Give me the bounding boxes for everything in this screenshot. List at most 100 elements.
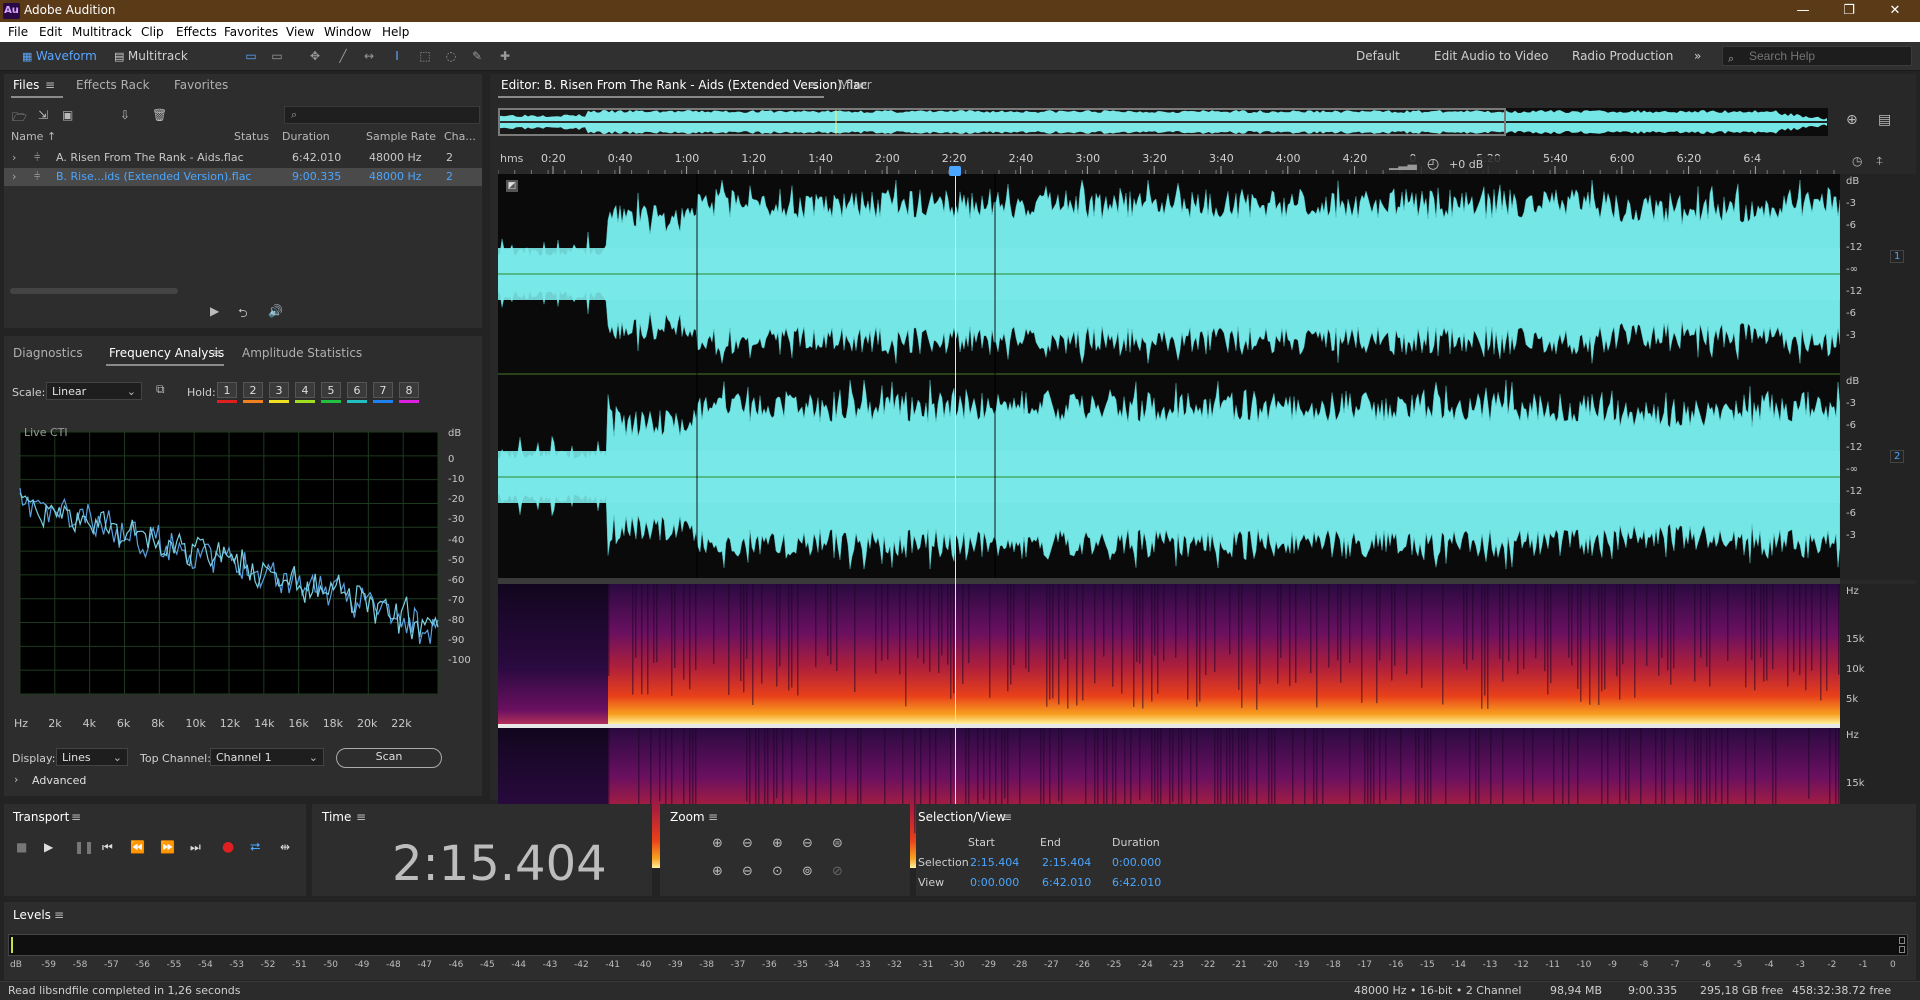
menu-view[interactable]: View <box>286 25 314 39</box>
time-ruler[interactable]: hms 0:20 0:40 1:00 1:20 1:40 2:00 2:20 2:40 3:00 3… <box>498 152 1848 174</box>
minimize-button[interactable]: — <box>1780 0 1826 22</box>
capture-icon[interactable]: ⧉ <box>156 382 165 397</box>
menu-edit[interactable]: Edit <box>39 25 62 39</box>
workspace-edit-audio-to-video[interactable]: Edit Audio to Video <box>1434 49 1548 63</box>
auto-play-icon[interactable]: 🔊 <box>268 304 283 318</box>
zoom-selection-icon[interactable]: ⊙ <box>772 864 783 879</box>
toggle-spectral-icon[interactable]: ◩ <box>506 180 518 192</box>
tab-files[interactable]: Files <box>13 78 39 92</box>
levels-menu-icon[interactable]: ≡ <box>54 908 64 922</box>
menu-window[interactable]: Window <box>324 25 371 39</box>
brush-tool-icon[interactable]: ✎ <box>468 48 486 64</box>
selection-start-field[interactable]: 2:15.404 <box>970 856 1019 869</box>
current-time-display[interactable]: 2:15.404 <box>392 836 607 892</box>
volume-knob-icon[interactable]: ◴ <box>1427 156 1439 172</box>
file-row-selected[interactable]: › ⫩ B. Rise...ids (Extended Version).fla… <box>4 168 482 186</box>
multitrack-mode-button[interactable]: ▤ Multitrack <box>108 46 194 66</box>
search-help-input[interactable] <box>1722 46 1912 66</box>
zoom-in-amplitude-icon[interactable]: ⊕ <box>712 836 723 851</box>
tab-frequency-analysis[interactable]: Frequency Analysis <box>109 346 224 360</box>
view-end-field[interactable]: 6:42.010 <box>1042 876 1091 889</box>
hud-icon[interactable]: ◷ <box>1852 154 1862 168</box>
tab-effects-rack[interactable]: Effects Rack <box>76 78 150 92</box>
hud-gain[interactable]: ▁▂▃ ◴ +0 dB <box>1385 156 1505 174</box>
top-channel-dropdown[interactable]: Channel 1 ⌄ <box>210 748 324 766</box>
column-sample-rate[interactable]: Sample Rate <box>366 130 436 143</box>
rewind-icon[interactable]: ⏪ <box>130 840 145 854</box>
tab-diagnostics[interactable]: Diagnostics <box>13 346 83 360</box>
hold-button-8[interactable]: 8 <box>399 382 419 398</box>
workspace-radio-production[interactable]: Radio Production <box>1572 49 1673 63</box>
column-status[interactable]: Status <box>234 130 269 143</box>
tab-mixer[interactable]: Mixer <box>839 78 872 92</box>
files-panel-menu-icon[interactable]: ≡ <box>45 78 55 92</box>
waveform-display[interactable] <box>497 174 1841 580</box>
stop-icon[interactable]: ■ <box>16 840 27 854</box>
new-file-icon[interactable]: ▣ <box>62 108 73 122</box>
workspace-overflow-button[interactable]: » <box>1694 49 1701 63</box>
razor-tool-icon[interactable]: ╱ <box>334 48 352 64</box>
expand-icon[interactable]: › <box>12 151 16 164</box>
zoom-out-time-icon[interactable]: ⊖ <box>802 836 813 851</box>
hold-button-5[interactable]: 5 <box>321 382 341 398</box>
maximize-button[interactable]: ❐ <box>1826 0 1872 22</box>
expand-icon[interactable]: › <box>12 170 16 183</box>
marquee-tool-icon[interactable]: ⬚ <box>416 48 434 64</box>
insert-into-multitrack-icon[interactable]: ⇩ <box>120 108 130 122</box>
hold-button-3[interactable]: 3 <box>269 382 289 398</box>
selection-end-field[interactable]: 2:15.404 <box>1042 856 1091 869</box>
time-selection-tool-icon[interactable]: I <box>388 48 406 64</box>
zoom-in-at-playhead-icon[interactable]: ⊕ <box>712 864 723 879</box>
pause-icon[interactable]: ❚❚ <box>74 840 94 854</box>
lasso-tool-icon[interactable]: ◌ <box>442 48 460 64</box>
zoom-selection-edges-icon[interactable]: ⊚ <box>802 864 813 879</box>
move-to-next-icon[interactable]: ⏭ <box>190 840 201 855</box>
open-file-icon[interactable]: 🗁 <box>12 108 27 129</box>
frequency-spectrum-plot[interactable] <box>15 422 440 712</box>
hold-button-4[interactable]: 4 <box>295 382 315 398</box>
workspace-default[interactable]: Default <box>1356 49 1400 63</box>
channel-number-badge[interactable]: 2 <box>1890 450 1905 463</box>
tab-amplitude-statistics[interactable]: Amplitude Statistics <box>242 346 362 360</box>
clip-indicator-left[interactable] <box>1899 937 1905 944</box>
editor-panel-menu-icon[interactable]: ≡ <box>808 78 818 92</box>
import-file-icon[interactable]: ⇲ <box>38 108 48 122</box>
transport-menu-icon[interactable]: ≡ <box>71 810 81 824</box>
loop-playback-icon[interactable]: ⮂ <box>250 840 260 855</box>
waveform-mode-button[interactable]: ▦ Waveform <box>16 46 103 66</box>
menu-effects[interactable]: Effects <box>176 25 217 39</box>
fast-forward-icon[interactable]: ⏩ <box>160 840 175 854</box>
slip-tool-icon[interactable]: ↔ <box>360 48 378 64</box>
column-channels[interactable]: Cha... <box>444 130 476 143</box>
spectral-frequency-display-icon[interactable]: ▭ <box>242 48 260 64</box>
menu-favorites[interactable]: Favorites <box>224 25 278 39</box>
files-search-input[interactable]: ⌕ <box>284 106 480 124</box>
zoom-out-at-playhead-icon[interactable]: ⊖ <box>742 864 753 879</box>
time-menu-icon[interactable]: ≡ <box>356 810 366 824</box>
ruler-options-icon[interactable]: ⍏ <box>1876 154 1883 169</box>
view-duration-field[interactable]: 6:42.010 <box>1112 876 1161 889</box>
play-icon[interactable]: ▶ <box>44 840 53 854</box>
advanced-toggle[interactable]: Advanced <box>32 774 86 787</box>
overview-view-range[interactable] <box>498 108 1506 136</box>
hold-button-7[interactable]: 7 <box>373 382 393 398</box>
scan-button[interactable]: Scan <box>336 748 442 768</box>
clip-indicator-right[interactable] <box>1899 946 1905 953</box>
zoom-to-selection-icon[interactable]: ⊕ <box>1846 112 1858 128</box>
zoom-menu-icon[interactable]: ≡ <box>708 810 718 824</box>
channel-number-badge[interactable]: 1 <box>1890 250 1905 263</box>
hold-button-6[interactable]: 6 <box>347 382 367 398</box>
view-start-field[interactable]: 0:00.000 <box>970 876 1019 889</box>
spectral-pitch-display-icon[interactable]: ▭ <box>268 48 286 64</box>
advanced-chevron-icon[interactable]: › <box>14 773 18 786</box>
menu-multitrack[interactable]: Multitrack <box>72 25 132 39</box>
overview-options-icon[interactable]: ▤ <box>1878 112 1891 128</box>
zoom-to-track-icon[interactable]: ⊘ <box>832 864 843 879</box>
analysis-panel-menu-icon[interactable]: ≡ <box>212 346 222 360</box>
zoom-out-amplitude-icon[interactable]: ⊖ <box>742 836 753 851</box>
files-horizontal-scrollbar[interactable] <box>10 288 178 294</box>
close-button[interactable]: ✕ <box>1872 0 1918 22</box>
delete-file-icon[interactable]: 🗑 <box>152 108 167 122</box>
file-row[interactable]: › ⫩ A. Risen From The Rank - Aids.flac 6… <box>4 149 482 167</box>
menu-help[interactable]: Help <box>382 25 409 39</box>
